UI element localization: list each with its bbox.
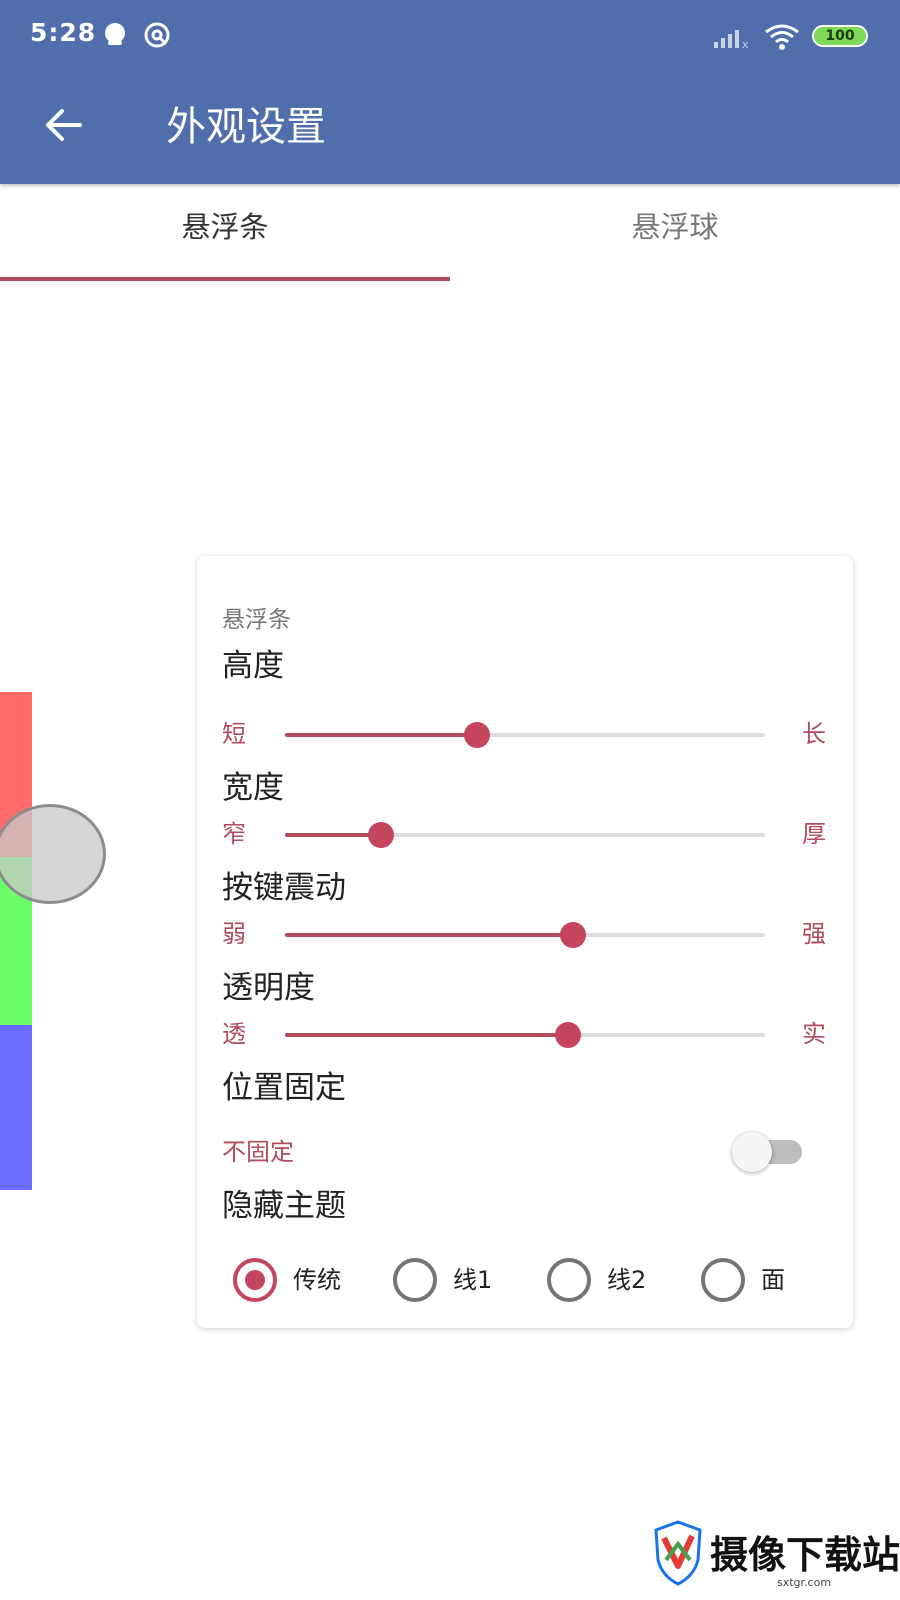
width-max-label: 厚 [802,820,826,848]
opacity-slider-fill [285,1033,569,1037]
radio-unchecked-icon [393,1258,437,1302]
signal-icon: x [714,30,749,50]
opacity-min-label: 透 [222,1020,246,1048]
height-label: 高度 [222,648,284,684]
height-max-label: 长 [802,720,826,748]
switch-knob [732,1132,772,1172]
radio-unchecked-icon [701,1258,745,1302]
position-fixed-label: 位置固定 [222,1070,346,1106]
svg-text:x: x [742,38,749,50]
tab-bar: 悬浮条 悬浮球 [0,184,900,284]
vibration-min-label: 弱 [222,920,246,948]
position-fixed-description: 不固定 [222,1138,294,1166]
height-slider-fill [285,733,477,737]
radio-label: 线1 [453,1266,493,1294]
width-min-label: 窄 [222,820,246,848]
status-bar: 5:28 x 100 [0,0,900,72]
opacity-label: 透明度 [222,970,315,1006]
opacity-max-label: 实 [802,1020,826,1048]
card-title: 悬浮条 [222,607,291,633]
wifi-icon [765,24,799,50]
tab-indicator [0,277,450,281]
vibration-slider-row: 弱 强 [197,914,853,954]
radio-label: 传统 [293,1266,341,1294]
opacity-slider[interactable] [285,1022,765,1048]
status-time: 5:28 [30,18,97,47]
opacity-slider-thumb[interactable] [555,1022,582,1048]
back-button[interactable] [40,100,90,150]
hide-theme-label: 隐藏主题 [222,1188,346,1224]
battery-icon: 100 [812,25,868,47]
tab-floating-bar[interactable]: 悬浮条 [0,184,450,284]
settings-card: 悬浮条 高度 短 长 宽度 窄 厚 按键震动 弱 强 透明度 透 实 位置固定 … [197,556,853,1328]
height-slider-row: 短 长 [197,714,853,754]
radio-label: 线2 [607,1266,647,1294]
watermark-text: 摄像下载站 [710,1533,900,1577]
app-header: 5:28 x 100 外观设置 [0,0,900,184]
vibration-slider-fill [285,933,573,937]
position-fixed-switch[interactable] [732,1130,806,1172]
vibration-label: 按键震动 [222,870,346,906]
height-min-label: 短 [222,720,246,748]
opacity-slider-row: 透 实 [197,1014,853,1054]
vibration-slider[interactable] [285,922,765,948]
floating-ball-preview[interactable] [0,804,106,904]
width-slider-row: 窄 厚 [197,814,853,854]
chat-bubble-icon [105,23,125,45]
vibration-max-label: 强 [802,920,826,948]
width-slider-thumb[interactable] [368,822,394,848]
height-slider[interactable] [285,722,765,748]
page-title: 外观设置 [166,104,326,150]
vibration-slider-thumb[interactable] [560,922,586,948]
width-slider[interactable] [285,822,765,848]
floating-bar-blue-segment[interactable] [0,1025,32,1190]
hide-theme-radio-group: 传统 线1 线2 面 [197,1256,853,1304]
sync-icon [144,22,170,48]
width-label: 宽度 [222,770,284,806]
tab-floating-ball[interactable]: 悬浮球 [450,184,900,284]
radio-label: 面 [761,1266,785,1294]
width-slider-fill [285,833,381,837]
shield-logo-icon [654,1520,702,1586]
radio-checked-icon [233,1258,277,1302]
height-slider-thumb[interactable] [464,722,490,748]
radio-unchecked-icon [547,1258,591,1302]
watermark-subtext: sxtgr.com [777,1576,832,1589]
watermark: 摄像下载站 sxtgr.com [652,1520,900,1594]
